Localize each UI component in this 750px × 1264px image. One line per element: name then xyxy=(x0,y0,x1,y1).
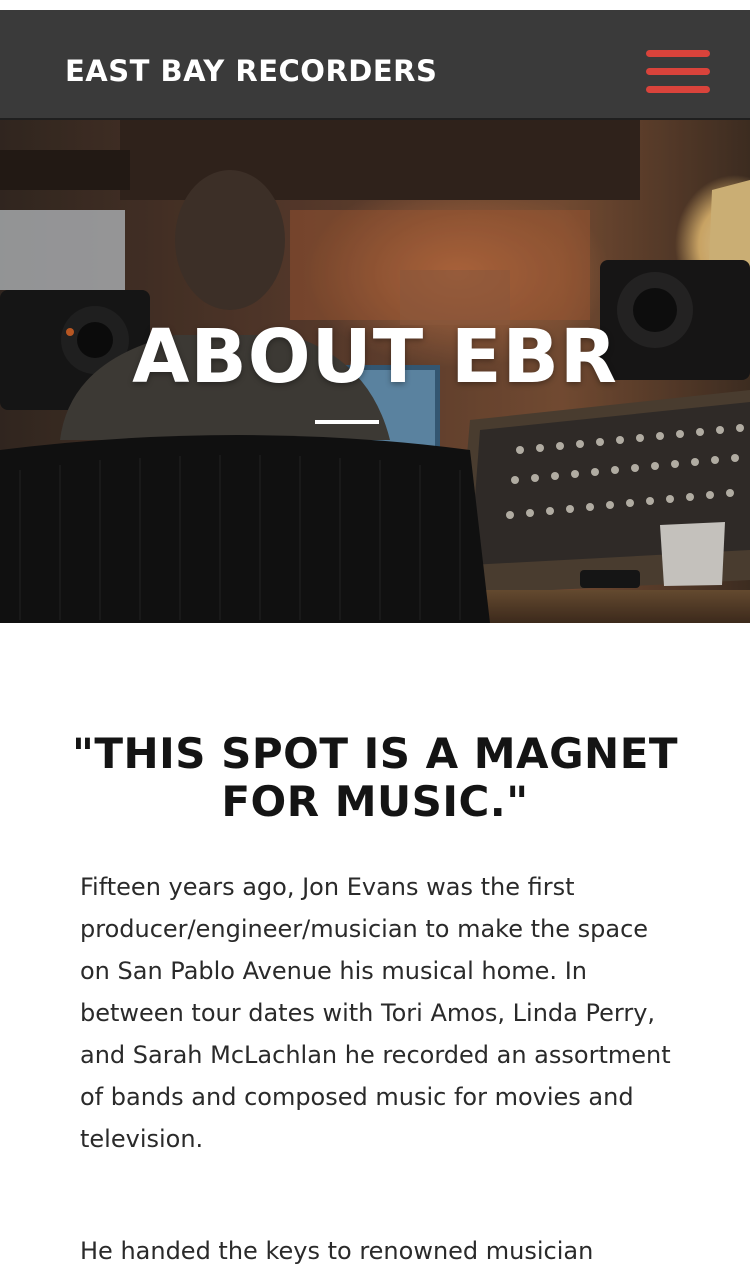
about-paragraph: He handed the keys to renowned musician xyxy=(80,1237,594,1264)
hero-title: ABOUT EBR xyxy=(132,314,618,400)
hamburger-menu-icon xyxy=(646,50,710,57)
about-paragraph: Fifteen years ago, Jon Evans was the fir… xyxy=(80,873,671,1153)
status-strip xyxy=(0,0,750,10)
pull-quote: "THIS SPOT IS A MAGNET FOR MUSIC." xyxy=(71,728,679,826)
hero-banner: ABOUT EBR xyxy=(0,120,750,623)
brand-logo-link[interactable]: EAST BAY RECORDERS xyxy=(65,53,437,89)
hamburger-menu-icon-bar xyxy=(646,86,710,93)
hero-title-underline xyxy=(315,420,379,424)
navbar: EAST BAY RECORDERS xyxy=(0,10,750,120)
hamburger-menu-button[interactable] xyxy=(644,46,712,98)
page: EAST BAY RECORDERS ABOUT EBR "THIS SPOT … xyxy=(0,0,750,1264)
hamburger-menu-icon-bar xyxy=(646,68,710,75)
